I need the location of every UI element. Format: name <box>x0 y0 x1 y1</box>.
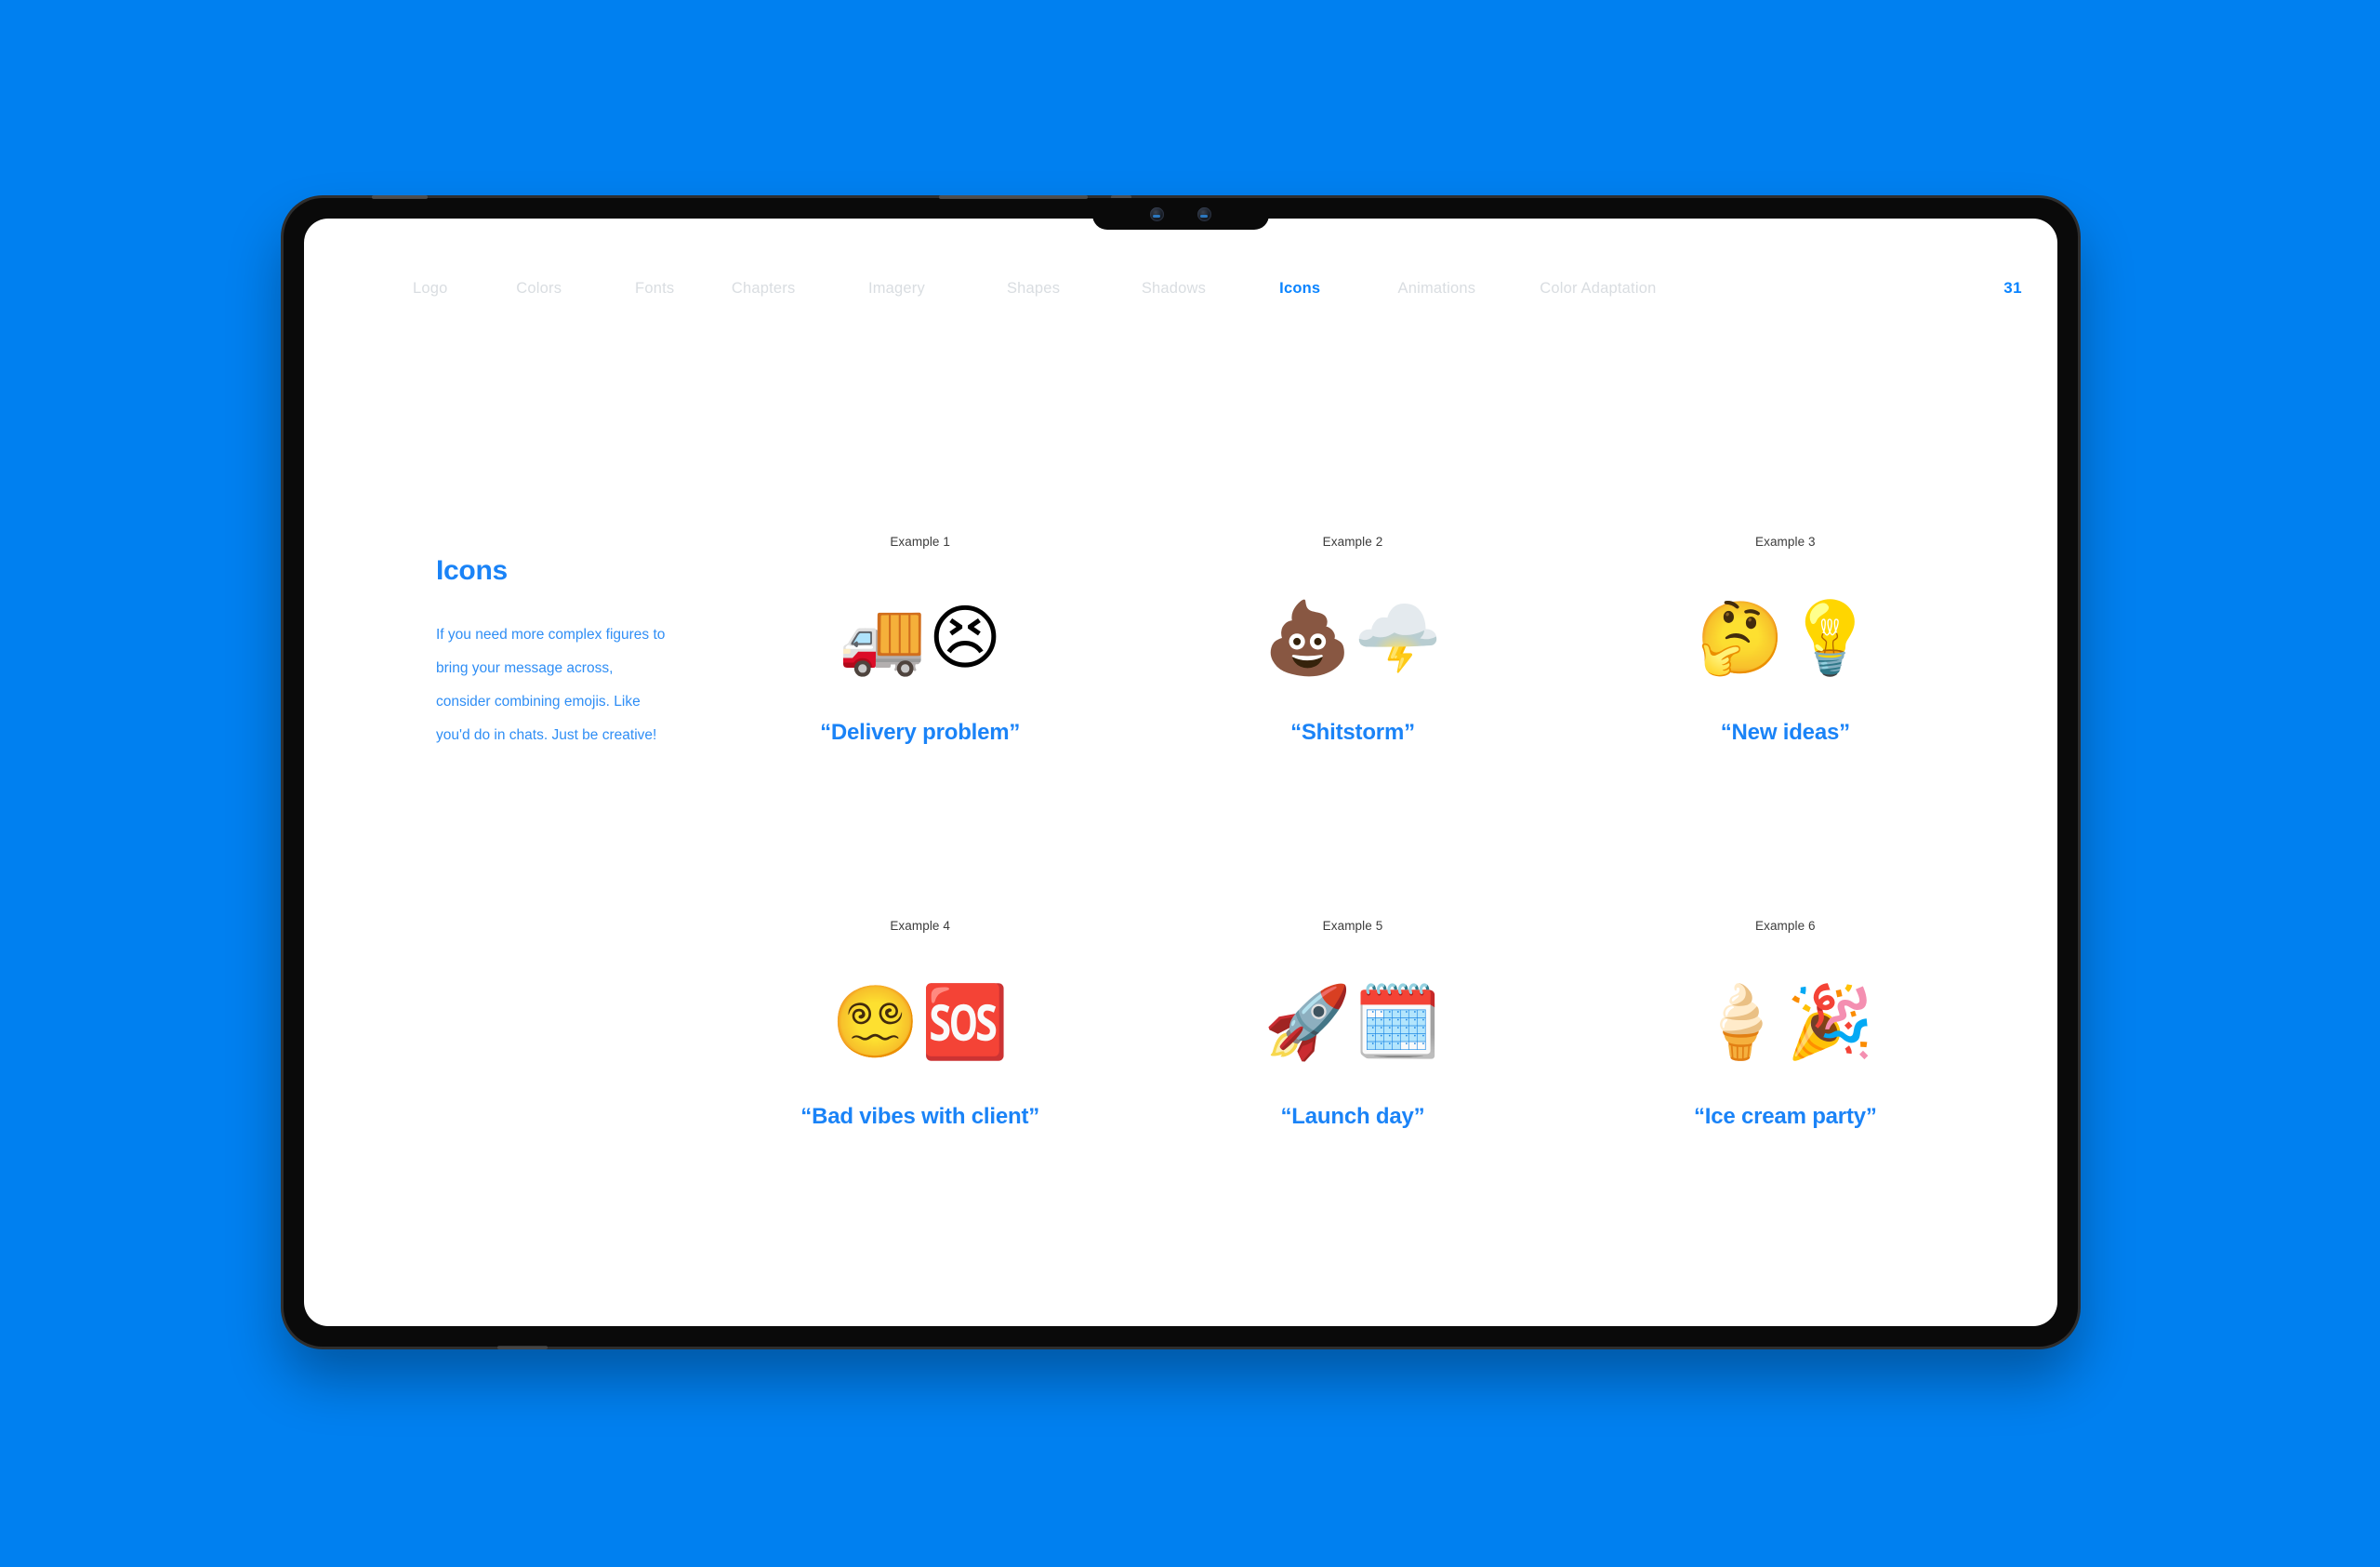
example-label: “Bad vibes with client” <box>800 1104 1040 1129</box>
nav-item-shadows[interactable]: Shadows <box>1142 280 1206 298</box>
nav-item-logo[interactable]: Logo <box>413 280 448 298</box>
light-bulb-emoji: 💡 <box>1786 596 1874 679</box>
face-with-spiral-eyes-emoji: 😵‍💫 <box>831 980 919 1063</box>
nav-item-fonts[interactable]: Fonts <box>635 280 674 298</box>
device-camera-notch <box>1092 198 1269 230</box>
nav-item-colors[interactable]: Colors <box>516 280 562 298</box>
emoji-pair: 🍦 🎉 <box>1697 972 1874 1072</box>
device-top-edge-detail <box>939 195 1088 199</box>
example-label: “Launch day” <box>1280 1104 1425 1129</box>
page-number: 31 <box>2003 279 2022 297</box>
front-camera-icon <box>1150 206 1164 221</box>
example-card: Example 4 😵‍💫 🆘 “Bad vibes with client” <box>704 919 1136 1130</box>
example-card: Example 1 🚚 😣 “Delivery problem” <box>704 535 1136 746</box>
example-label: “New ideas” <box>1720 720 1850 745</box>
example-label: “Ice cream party” <box>1693 1104 1877 1129</box>
delivery-truck-emoji: 🚚 <box>838 596 927 679</box>
tablet-device-frame: Logo Colors Fonts Chapters Imagery Shapes Shad… <box>284 195 2078 1349</box>
cloud-with-lightning-emoji: 🌩️ <box>1353 596 1442 679</box>
example-card: Example 3 🤔 💡 “New ideas” <box>1569 535 2002 746</box>
example-label: “Shitstorm” <box>1290 720 1415 745</box>
device-bottom-edge-detail <box>497 1346 548 1349</box>
rocket-emoji: 🚀 <box>1263 980 1352 1063</box>
nav-item-chapters[interactable]: Chapters <box>732 280 796 298</box>
example-card: Example 5 🚀 🗓️ “Launch day” <box>1136 919 1568 1130</box>
example-caption: Example 3 <box>1754 535 1816 549</box>
nav-item-color-adaptation[interactable]: Color Adaptation <box>1540 280 1656 298</box>
persevering-face-emoji: 😣 <box>928 596 1002 679</box>
example-label: “Delivery problem” <box>820 720 1021 745</box>
nav-item-imagery[interactable]: Imagery <box>868 280 925 298</box>
emoji-pair: 🚚 😣 <box>839 588 1002 688</box>
tablet-screen: Logo Colors Fonts Chapters Imagery Shapes Shad… <box>304 219 2057 1326</box>
emoji-pair: 💩 🌩️ <box>1263 588 1441 688</box>
example-caption: Example 4 <box>890 919 950 933</box>
sos-button-emoji: 🆘 <box>920 980 1010 1063</box>
example-caption: Example 6 <box>1754 919 1816 933</box>
chapter-navigation: Logo Colors Fonts Chapters Imagery Shapes Shad… <box>304 274 2057 302</box>
slide-content: Icons If you need more complex figures t… <box>304 358 2057 1326</box>
device-top-edge-detail <box>372 195 428 199</box>
face-sensor-icon <box>1197 206 1211 221</box>
example-caption: Example 1 <box>890 535 950 549</box>
intro-paragraph: If you need more complex figures to brin… <box>436 627 666 743</box>
soft-ice-cream-emoji: 🍦 <box>1696 980 1785 1063</box>
intro-block: Icons If you need more complex figures t… <box>436 555 668 752</box>
example-card: Example 6 🍦 🎉 “Ice cream party” <box>1569 919 2002 1130</box>
examples-grid: Example 1 🚚 😣 “Delivery problem” Example 2 💩 🌩… <box>704 535 2002 1130</box>
emoji-pair: 🚀 🗓️ <box>1263 972 1441 1072</box>
pile-of-poo-emoji: 💩 <box>1263 596 1352 679</box>
emoji-pair: 😵‍💫 🆘 <box>831 972 1009 1072</box>
party-popper-emoji: 🎉 <box>1786 980 1874 1063</box>
example-card: Example 2 💩 🌩️ “Shitstorm” <box>1136 535 1568 746</box>
emoji-pair: 🤔 💡 <box>1697 588 1874 688</box>
nav-item-shapes[interactable]: Shapes <box>1007 280 1060 298</box>
nav-item-animations[interactable]: Animations <box>1398 280 1476 298</box>
page-title: Icons <box>436 555 508 586</box>
example-caption: Example 2 <box>1322 535 1383 549</box>
nav-item-icons[interactable]: Icons <box>1279 280 1320 298</box>
example-caption: Example 5 <box>1322 919 1383 933</box>
spiral-calendar-emoji: 🗓️ <box>1353 980 1442 1063</box>
thinking-face-emoji: 🤔 <box>1696 596 1785 679</box>
